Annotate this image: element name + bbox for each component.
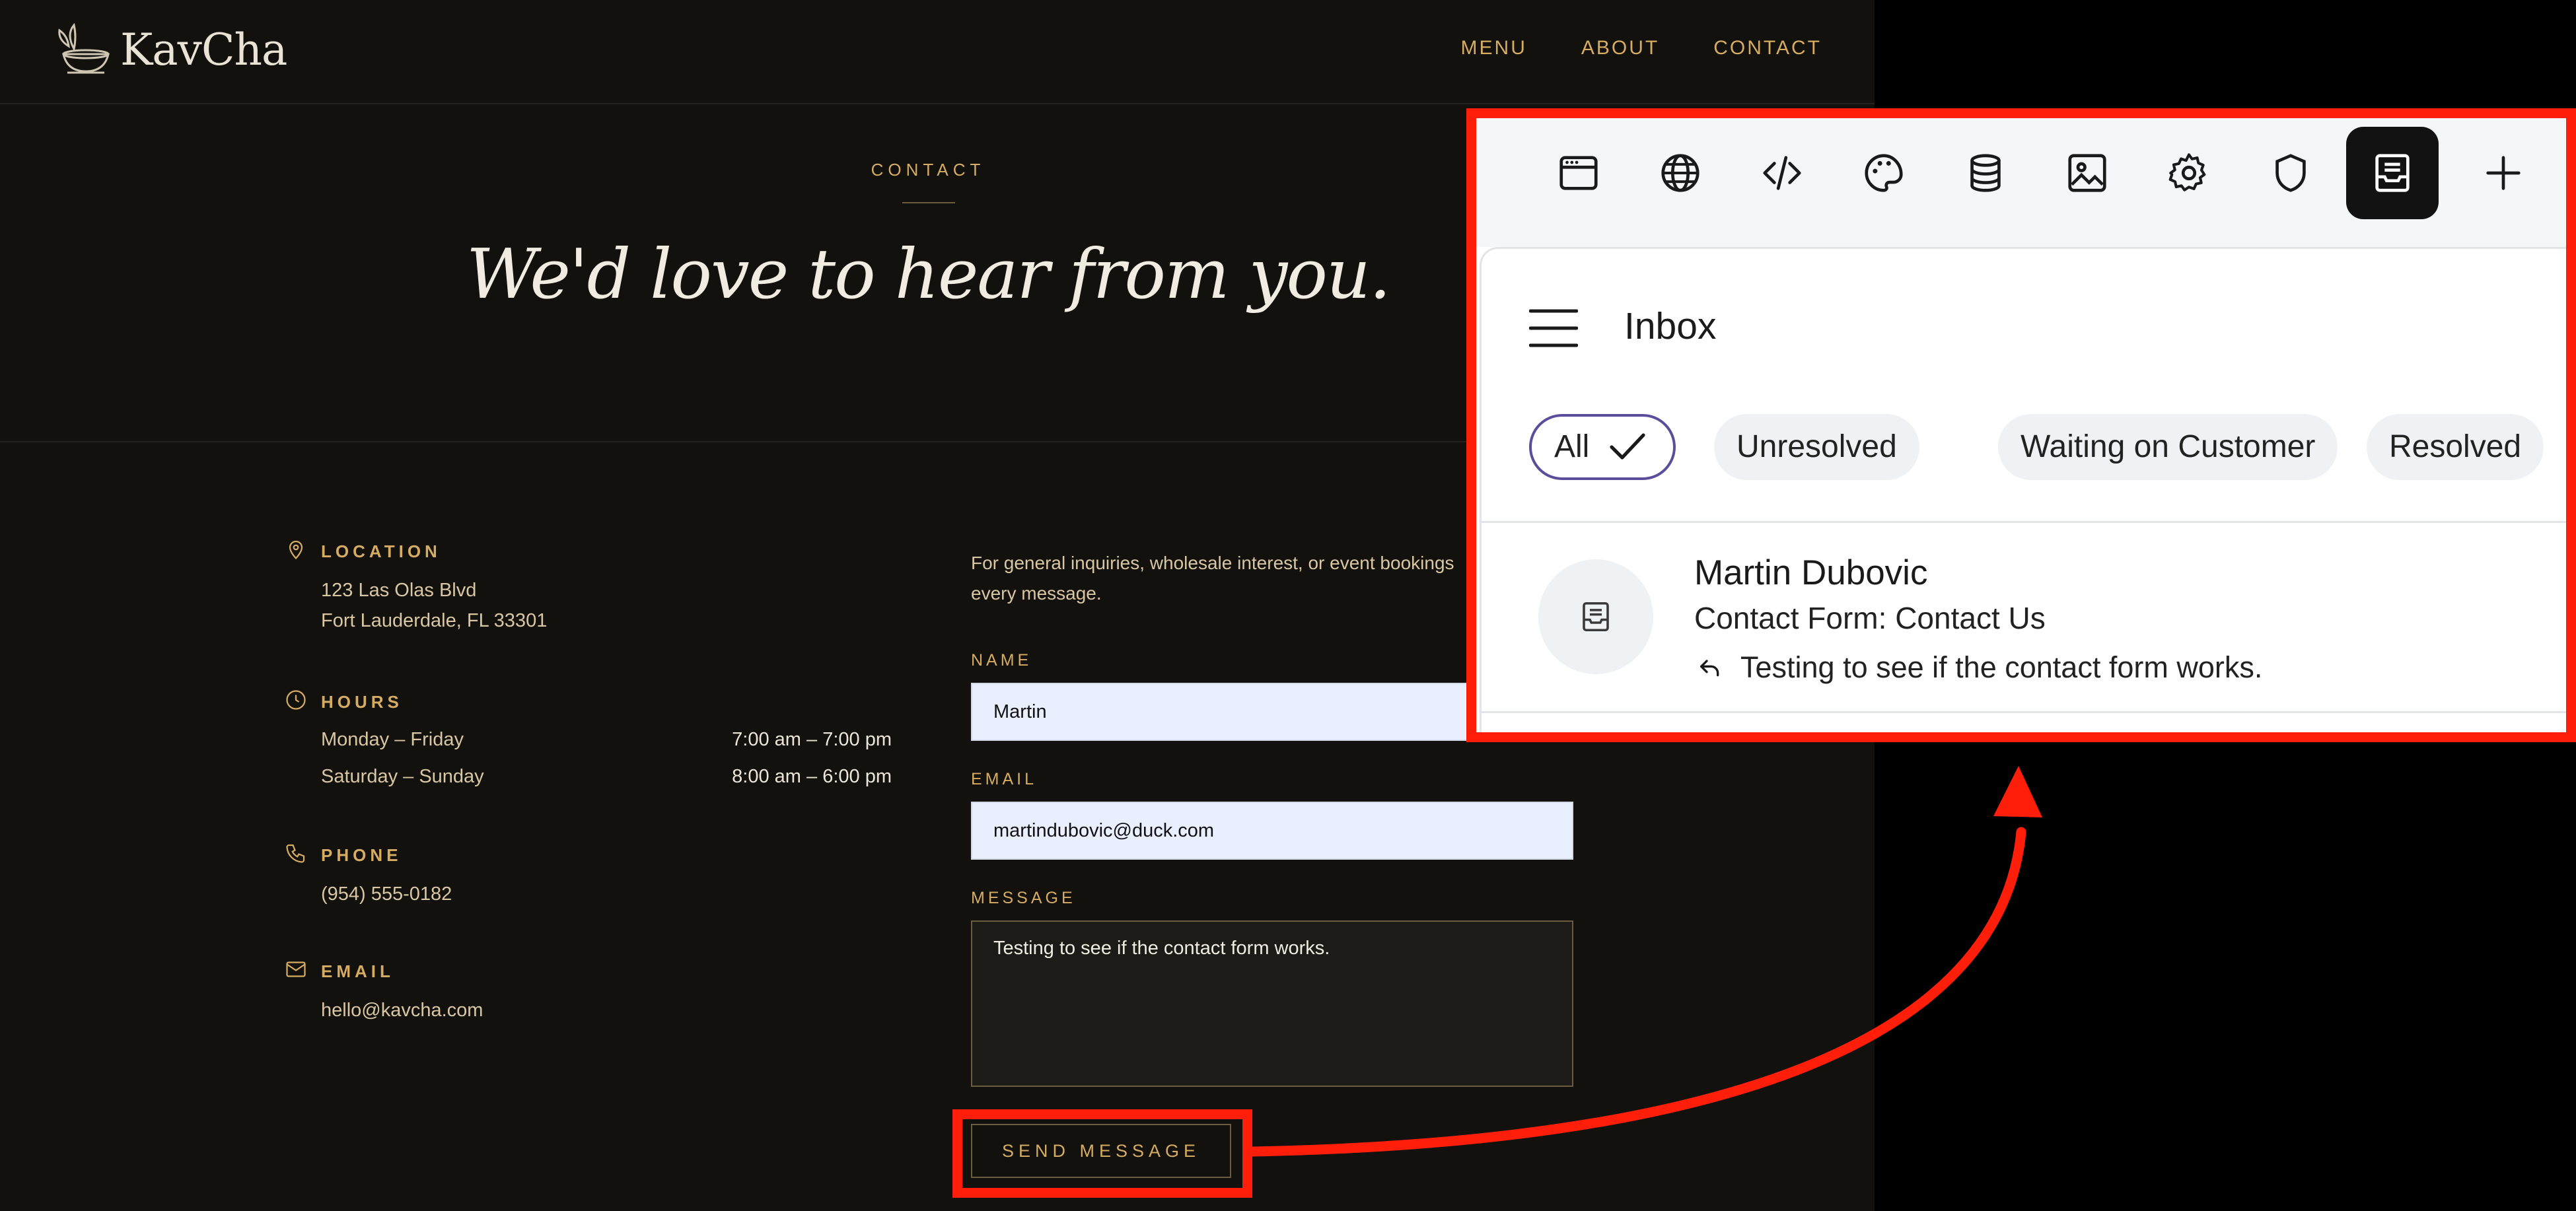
send-button-highlight-box xyxy=(952,1109,1252,1198)
clock-icon xyxy=(286,690,306,710)
logo-wordmark: KavCha xyxy=(120,24,287,75)
site-header: KavCha MENU ABOUT CONTACT xyxy=(0,0,1875,104)
hours-days-weekend: Saturday – Sunday xyxy=(321,766,484,787)
nav-about-link[interactable]: ABOUT xyxy=(1581,37,1659,59)
message-label: MESSAGE xyxy=(971,889,1076,907)
email-field-label: EMAIL xyxy=(971,770,1038,788)
address-line-2: Fort Lauderdale, FL 33301 xyxy=(321,610,548,631)
map-pin-icon xyxy=(289,540,303,560)
teacup-logo-icon xyxy=(58,22,110,74)
name-label: NAME xyxy=(971,651,1032,670)
location-label: LOCATION xyxy=(321,541,441,561)
hours-time-weekday: 7:00 am – 7:00 pm xyxy=(732,729,892,750)
inbox-highlight-box xyxy=(1466,108,2576,742)
phone-label: PHONE xyxy=(321,845,402,865)
hours-time-weekend: 8:00 am – 6:00 pm xyxy=(732,766,892,787)
email-input[interactable]: martindubovic@duck.com xyxy=(971,802,1573,860)
email-value[interactable]: hello@kavcha.com xyxy=(321,1000,483,1021)
hours-label: HOURS xyxy=(321,692,403,712)
main-nav: MENU ABOUT CONTACT xyxy=(1461,37,1822,59)
email-label: EMAIL xyxy=(321,961,394,981)
nav-contact-link[interactable]: CONTACT xyxy=(1713,37,1822,59)
mail-icon xyxy=(286,961,306,977)
address-line-1: 123 Las Olas Blvd xyxy=(321,580,477,601)
message-textarea[interactable]: Testing to see if the contact form works… xyxy=(971,920,1573,1087)
hours-days-weekday: Monday – Friday xyxy=(321,729,464,750)
eyebrow-divider xyxy=(902,202,955,203)
site-logo[interactable]: KavCha xyxy=(54,20,287,79)
nav-menu-link[interactable]: MENU xyxy=(1461,37,1527,59)
phone-icon xyxy=(286,844,305,863)
arrow-head xyxy=(1993,766,2042,817)
phone-value[interactable]: (954) 555-0182 xyxy=(321,883,452,905)
